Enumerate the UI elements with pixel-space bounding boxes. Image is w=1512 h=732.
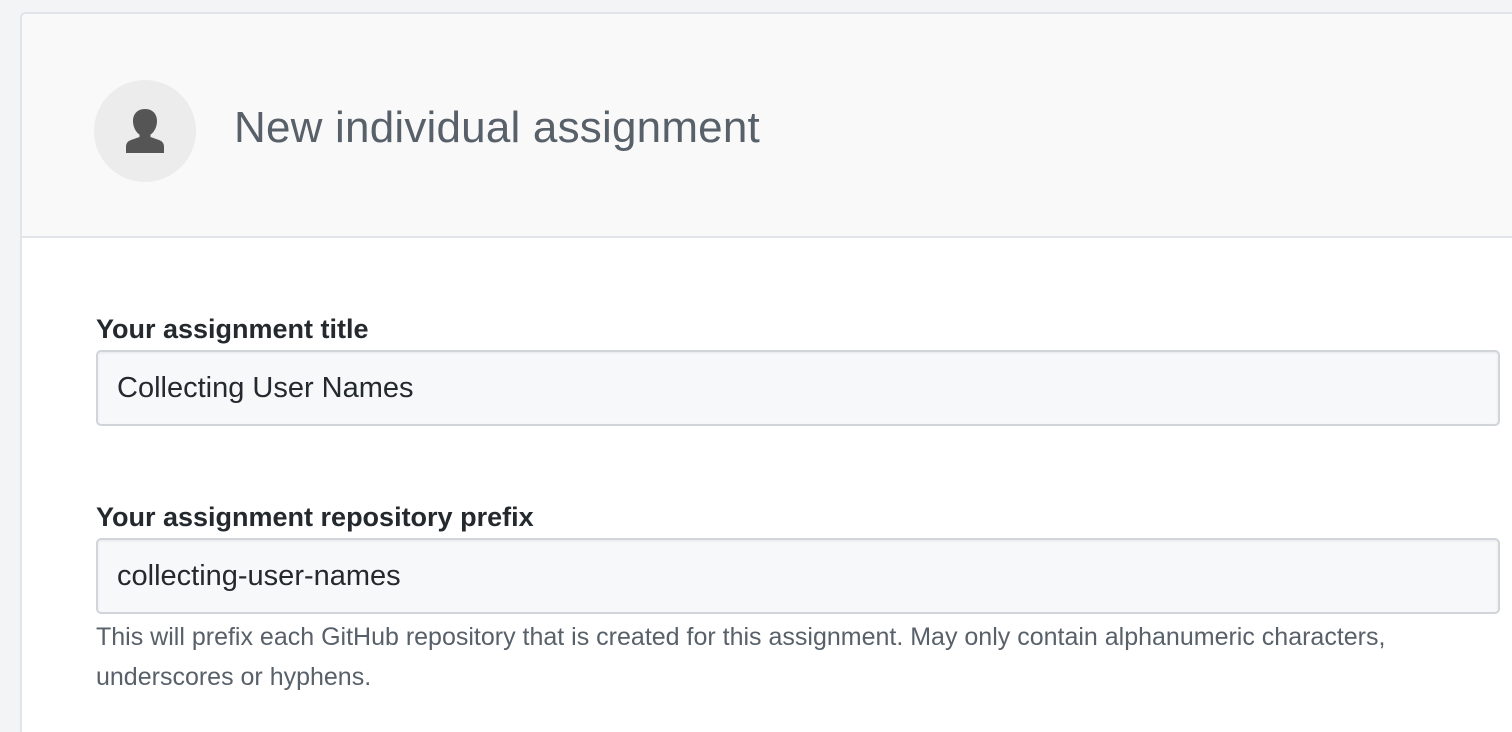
repository-prefix-input[interactable] [96, 538, 1500, 614]
assignment-title-label: Your assignment title [96, 314, 369, 344]
assignment-panel: New individual assignment Your assignmen… [20, 12, 1512, 732]
repository-prefix-label: Your assignment repository prefix [96, 502, 534, 532]
assignment-type-avatar [94, 80, 196, 182]
person-icon [126, 109, 164, 153]
page-title: New individual assignment [234, 103, 760, 152]
repository-prefix-help-text: This will prefix each GitHub repository … [96, 623, 1386, 691]
panel-header: New individual assignment [22, 14, 1512, 238]
assignment-title-input[interactable] [96, 350, 1500, 426]
